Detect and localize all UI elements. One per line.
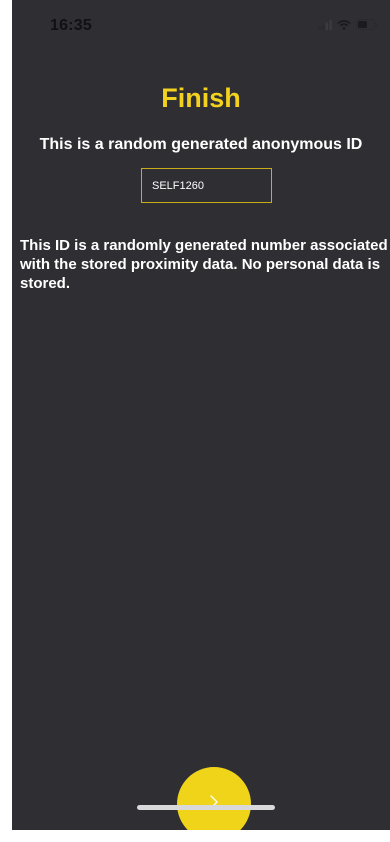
wifi-icon — [337, 19, 351, 30]
status-time: 16:35 — [50, 17, 92, 34]
page-subtitle: This is a random generated anonymous ID — [39, 136, 363, 153]
cellular-signal-icon — [318, 19, 332, 30]
page-title: Finish — [161, 83, 241, 113]
battery-icon — [356, 19, 378, 30]
id-description: This ID is a randomly generated number a… — [20, 237, 388, 292]
next-button[interactable] — [177, 767, 251, 830]
chevron-right-icon — [207, 792, 221, 817]
home-indicator — [137, 805, 275, 810]
status-bar: 16:35 — [12, 0, 390, 50]
status-icons — [318, 19, 378, 30]
anonymous-id-field: SELF1260 — [141, 168, 272, 203]
anonymous-id-value: SELF1260 — [152, 179, 204, 192]
app-screen: 16:35 Finish This is a random generated … — [12, 0, 390, 830]
